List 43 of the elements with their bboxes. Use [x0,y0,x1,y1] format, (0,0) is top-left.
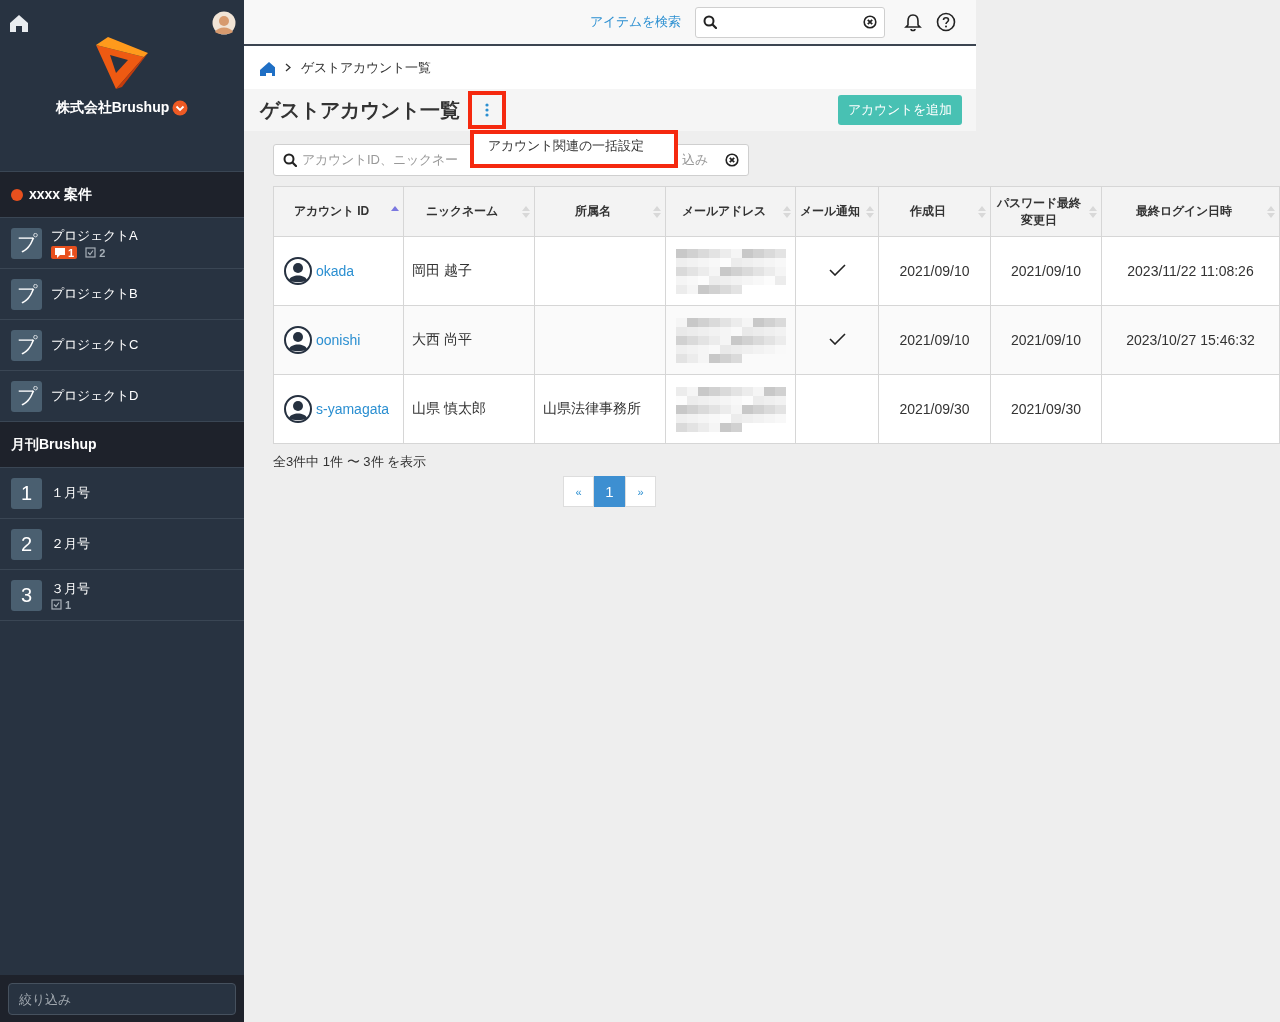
project-icon: プ [11,329,42,361]
table-cell: 2021/09/10 [899,263,970,279]
table-cell: 岡田 越子 [412,262,472,278]
project-icon: 1 [11,477,42,509]
header-label: メールアドレス [680,203,767,220]
project-icon: 2 [11,528,42,560]
task-count: 2 [99,246,106,259]
table-cell: 山県法律事務所 [543,400,641,416]
header-label: 最終ログイン日時 [1134,203,1233,220]
item-label: プロジェクトD [51,387,139,405]
header-label: アカウント ID [292,203,371,220]
item-label: プロジェクトC [51,336,139,354]
project-icon: プ [11,278,42,310]
table-cell: 2023/10/27 15:46:32 [1126,332,1255,348]
header-label: 作成日 [908,203,947,220]
group-title: 月刊Brushup [11,435,97,454]
table-cell: 2023/11/22 11:08:26 [1127,263,1254,279]
header-label: パスワード最終変更日 [996,194,1082,229]
table-cell: 山県 慎太郎 [412,400,486,416]
header-label: ニックネーム [425,203,499,220]
item-label: ３月号 [51,579,90,598]
project-icon: プ [11,227,42,259]
project-icon: プ [11,380,42,412]
page-title: ゲストアカウント一覧 [260,97,460,123]
project-icon: 3 [11,579,42,611]
item-label: プロジェクトA [51,227,138,245]
header-label: 所属名 [574,203,612,220]
placeholder-text: 込み [682,151,708,169]
table-cell: 大西 尚平 [412,331,472,347]
header-label: メール通知 [800,203,860,220]
table-cell: 2021/09/30 [1010,401,1082,417]
table-cell: 2021/09/30 [899,401,970,417]
table-cell: 2021/09/10 [1010,332,1082,348]
item-label: プロジェクトB [51,285,138,303]
item-label: ２月号 [51,535,90,553]
table-cell: 2021/09/10 [899,332,970,348]
placeholder-text: アカウントID、ニックネー [302,151,458,169]
item-label: １月号 [51,484,90,502]
result-summary: 全3件中 1件 〜 3件 を表示 [273,453,428,471]
table-cell: 2021/09/10 [1010,263,1082,279]
group-title: xxxx 案件 [29,185,93,204]
comment-count: 1 [68,246,75,259]
task-count: 1 [65,598,72,611]
